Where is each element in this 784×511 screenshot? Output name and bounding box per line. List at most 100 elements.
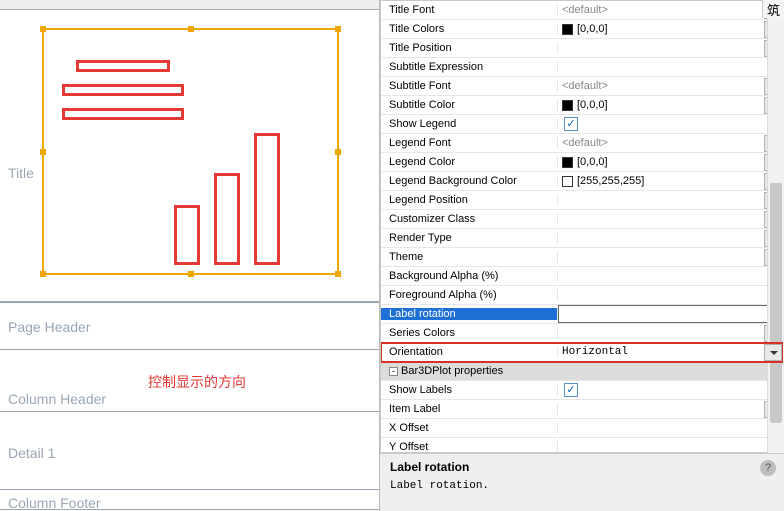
annotation-text: 控制显示的方向 — [148, 372, 246, 392]
prop-label: Y Offset — [381, 441, 558, 453]
band-page-header[interactable]: Page Header — [0, 302, 379, 350]
prop-row-orientation[interactable]: OrientationHorizontal — [381, 343, 783, 362]
prop-row-show-legend[interactable]: Show Legend — [381, 115, 783, 134]
prop-label: Subtitle Color — [381, 99, 558, 111]
prop-row-legend-font[interactable]: Legend Font<default>... — [381, 134, 783, 153]
prop-value[interactable]: ... — [558, 401, 783, 418]
prop-value[interactable]: [0,0,0]... — [558, 154, 783, 171]
prop-row-subtitle-expression[interactable]: Subtitle Expression — [381, 58, 783, 77]
prop-row-customizer-class[interactable]: Customizer Class... — [381, 210, 783, 229]
prop-value-text: [255,255,255] — [577, 175, 644, 187]
prop-value[interactable] — [558, 230, 783, 247]
prop-value[interactable]: <default>... — [558, 135, 783, 152]
resize-handle[interactable] — [40, 271, 46, 277]
prop-value[interactable]: ... — [558, 325, 783, 342]
collapse-toggle-icon[interactable]: - — [389, 367, 398, 376]
legend-swatch — [62, 108, 184, 120]
band-column-footer[interactable]: Column Footer — [0, 490, 379, 510]
band-detail-1[interactable]: Detail 1 — [0, 412, 379, 490]
prop-row-item-label[interactable]: Item Label... — [381, 400, 783, 419]
prop-row-legend-position[interactable]: Legend Position — [381, 191, 783, 210]
color-swatch-icon — [562, 100, 573, 111]
chart-bar — [214, 173, 240, 265]
right-tab-strip[interactable]: 筑 — [762, 0, 784, 18]
prop-row-label-rotation[interactable]: Label rotation — [381, 305, 783, 324]
prop-row-subtitle-color[interactable]: Subtitle Color[0,0,0]... — [381, 96, 783, 115]
prop-value[interactable] — [558, 40, 783, 57]
prop-row-subtitle-font[interactable]: Subtitle Font<default>... — [381, 77, 783, 96]
prop-value[interactable] — [558, 305, 783, 323]
chart-element[interactable] — [42, 28, 339, 275]
prop-value[interactable] — [558, 383, 783, 397]
prop-value[interactable] — [558, 249, 783, 266]
prop-label: Title Position — [381, 42, 558, 54]
prop-row-x-offset[interactable]: X Offset — [381, 419, 783, 438]
vertical-scrollbar[interactable] — [767, 18, 784, 453]
prop-row-background-alpha[interactable]: Background Alpha (%) — [381, 267, 783, 286]
prop-value[interactable] — [558, 192, 783, 209]
resize-handle[interactable] — [40, 149, 46, 155]
chart-bar — [174, 205, 200, 265]
resize-handle[interactable] — [335, 271, 341, 277]
prop-label: Subtitle Font — [381, 80, 558, 92]
prop-label: Label rotation — [381, 308, 558, 320]
band-label: Detail 1 — [8, 445, 55, 461]
band-title[interactable]: Title — [0, 10, 379, 302]
prop-value[interactable]: [255,255,255]... — [558, 173, 783, 190]
prop-label: X Offset — [381, 422, 558, 434]
band-label: Column Header — [8, 391, 106, 407]
prop-label: Series Colors — [381, 327, 558, 339]
prop-label: Orientation — [381, 346, 558, 358]
prop-row-theme[interactable]: Theme — [381, 248, 783, 267]
workspace: Title Page Header Column Header 控制显示的方向 … — [0, 0, 784, 511]
prop-value-text: [0,0,0] — [577, 23, 608, 35]
prop-value-text: [0,0,0] — [577, 99, 608, 111]
prop-row-render-type[interactable]: Render Type — [381, 229, 783, 248]
properties-grid[interactable]: Title Font<default>...Title Colors[0,0,0… — [380, 0, 784, 453]
resize-handle[interactable] — [335, 26, 341, 32]
description-body: Label rotation. — [390, 480, 774, 492]
prop-value[interactable]: [0,0,0]... — [558, 21, 783, 38]
prop-row-foreground-alpha[interactable]: Foreground Alpha (%) — [381, 286, 783, 305]
prop-label: Subtitle Expression — [381, 61, 558, 73]
resize-handle[interactable] — [188, 271, 194, 277]
checkbox[interactable] — [564, 117, 578, 131]
section-label[interactable]: -Bar3DPlot properties — [381, 365, 783, 377]
prop-label: Foreground Alpha (%) — [381, 289, 558, 301]
prop-label: Show Legend — [381, 118, 558, 130]
prop-value[interactable]: <default>... — [558, 78, 783, 95]
band-column-header[interactable]: Column Header 控制显示的方向 — [0, 350, 379, 412]
prop-value[interactable] — [558, 117, 783, 131]
resize-handle[interactable] — [40, 26, 46, 32]
prop-row-legend-color[interactable]: Legend Color[0,0,0]... — [381, 153, 783, 172]
legend-swatch — [62, 84, 184, 96]
prop-label: Legend Background Color — [381, 175, 558, 187]
prop-row-title-font[interactable]: Title Font<default>... — [381, 1, 783, 20]
prop-row-series-colors[interactable]: Series Colors... — [381, 324, 783, 343]
prop-row-legend-bg-color[interactable]: Legend Background Color[255,255,255]... — [381, 172, 783, 191]
checkbox[interactable] — [564, 383, 578, 397]
description-title: Label rotation — [390, 460, 774, 474]
prop-row-show-labels[interactable]: Show Labels — [381, 381, 783, 400]
dropdown-button[interactable] — [764, 344, 782, 361]
prop-row-y-offset[interactable]: Y Offset — [381, 438, 783, 453]
band-label: Title — [8, 165, 34, 181]
resize-handle[interactable] — [188, 26, 194, 32]
resize-handle[interactable] — [335, 149, 341, 155]
report-canvas[interactable]: Title Page Header Column Header 控制显示的方向 … — [0, 0, 380, 511]
prop-row-title-colors[interactable]: Title Colors[0,0,0]... — [381, 20, 783, 39]
band-label: Column Footer — [8, 495, 101, 511]
prop-value[interactable]: [0,0,0]... — [558, 97, 783, 114]
prop-value[interactable]: Horizontal — [558, 344, 783, 361]
legend-swatch — [76, 60, 170, 72]
color-swatch-icon — [562, 24, 573, 35]
prop-label: Background Alpha (%) — [381, 270, 558, 282]
prop-value[interactable]: ... — [558, 211, 783, 228]
prop-row-bar3d-section[interactable]: -Bar3DPlot properties — [381, 362, 783, 381]
prop-label: Legend Position — [381, 194, 558, 206]
scrollbar-thumb[interactable] — [770, 183, 782, 422]
prop-value[interactable]: <default>... — [558, 2, 783, 19]
prop-value-text: <default> — [562, 80, 608, 92]
prop-row-title-position[interactable]: Title Position — [381, 39, 783, 58]
help-icon[interactable]: ? — [760, 460, 776, 476]
